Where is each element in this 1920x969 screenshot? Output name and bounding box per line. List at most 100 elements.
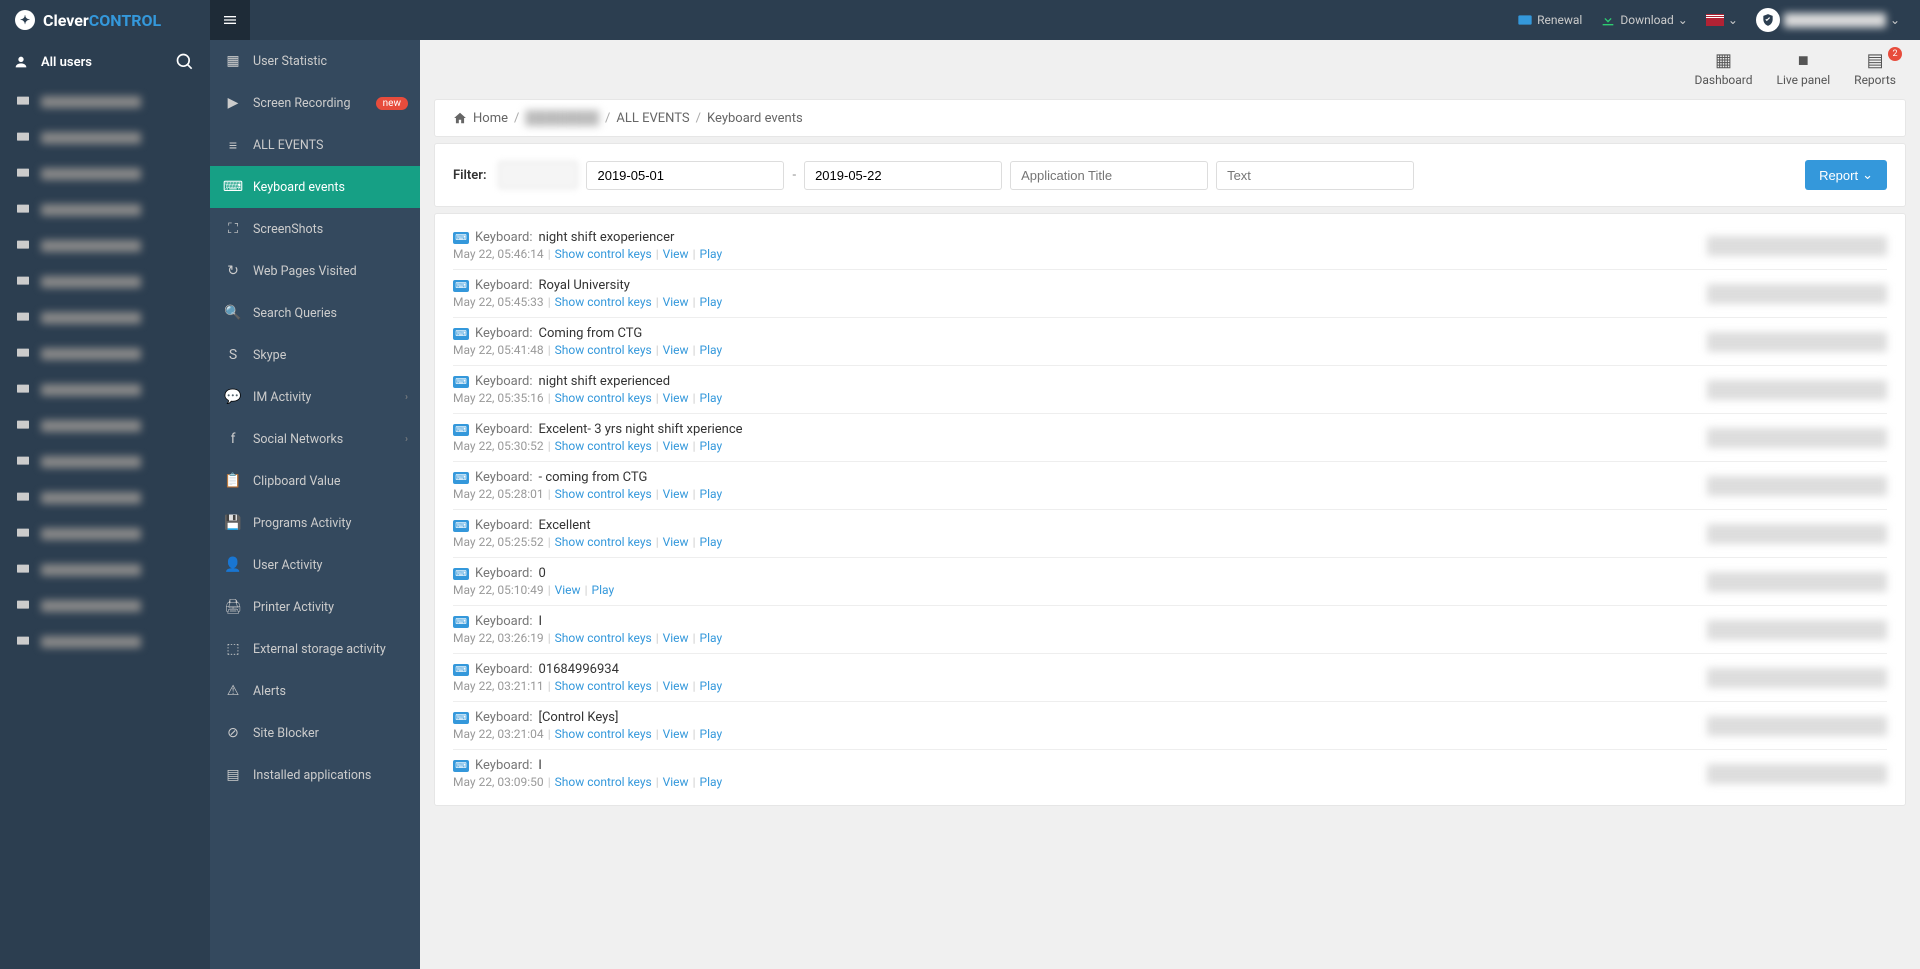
- sidebar-user-item[interactable]: [0, 624, 210, 660]
- sidebar-user-item[interactable]: [0, 156, 210, 192]
- sidebar-item-external-storage-activity[interactable]: ⬚External storage activity: [210, 628, 420, 670]
- event-link-show-control-keys[interactable]: Show control keys: [555, 727, 652, 741]
- event-link-play[interactable]: Play: [700, 343, 723, 357]
- user-name-blurred: [41, 384, 141, 396]
- event-link-show-control-keys[interactable]: Show control keys: [555, 391, 652, 405]
- event-link-play[interactable]: Play: [700, 391, 723, 405]
- filter-user-select[interactable]: [498, 161, 578, 189]
- report-button[interactable]: Report ⌄: [1805, 160, 1887, 190]
- event-link-view[interactable]: View: [663, 727, 689, 741]
- sidebar-item-user-statistic[interactable]: ▦User Statistic: [210, 40, 420, 82]
- event-link-play[interactable]: Play: [700, 727, 723, 741]
- event-link-play[interactable]: Play: [700, 247, 723, 261]
- sidebar-item-keyboard-events[interactable]: ⌨Keyboard events: [210, 166, 420, 208]
- sidebar-item-screenshots[interactable]: ⛶ScreenShots: [210, 208, 420, 250]
- event-link-show-control-keys[interactable]: Show control keys: [555, 631, 652, 645]
- menu-toggle-button[interactable]: [210, 0, 250, 40]
- breadcrumb-hidden[interactable]: ████████: [525, 110, 599, 126]
- sidebar-item-alerts[interactable]: ⚠Alerts: [210, 670, 420, 712]
- monitor-icon: [15, 634, 31, 650]
- event-link-show-control-keys[interactable]: Show control keys: [555, 295, 652, 309]
- sidebar-item-programs-activity[interactable]: 💾Programs Activity: [210, 502, 420, 544]
- nav-livepanel[interactable]: ■ Live panel: [1777, 50, 1831, 87]
- sidebar-user-item[interactable]: [0, 516, 210, 552]
- event-link-view[interactable]: View: [663, 391, 689, 405]
- content-nav: ▦ Dashboard ■ Live panel ▤ Reports 2: [420, 40, 1920, 93]
- nav-reports[interactable]: ▤ Reports 2: [1854, 50, 1896, 87]
- sidebar-item-screen-recording[interactable]: ▶Screen Recordingnew: [210, 82, 420, 124]
- sidebar-item-all-events[interactable]: ≡ALL EVENTS: [210, 124, 420, 166]
- sidebar-item-site-blocker[interactable]: ⊘Site Blocker: [210, 712, 420, 754]
- event-text: night shift exoperiencer: [539, 230, 675, 245]
- language-dropdown[interactable]: ⌄: [1706, 13, 1738, 27]
- event-link-view[interactable]: View: [663, 775, 689, 789]
- event-link-view[interactable]: View: [663, 295, 689, 309]
- sidebar-item-user-activity[interactable]: 👤User Activity: [210, 544, 420, 586]
- event-link-show-control-keys[interactable]: Show control keys: [555, 439, 652, 453]
- event-link-view[interactable]: View: [663, 679, 689, 693]
- event-type-label: Keyboard:: [475, 374, 533, 389]
- sidebar-user-item[interactable]: [0, 120, 210, 156]
- sidebar-user-item[interactable]: [0, 84, 210, 120]
- sidebar-user-item[interactable]: [0, 480, 210, 516]
- sidebar-item-social-networks[interactable]: fSocial Networks›: [210, 418, 420, 460]
- event-link-play[interactable]: Play: [700, 679, 723, 693]
- monitor-icon: [15, 238, 31, 254]
- sidebar-user-item[interactable]: [0, 552, 210, 588]
- event-link-play[interactable]: Play: [700, 775, 723, 789]
- play-icon: ▶: [225, 95, 241, 111]
- sidebar-item-clipboard-value[interactable]: 📋Clipboard Value: [210, 460, 420, 502]
- event-link-play[interactable]: Play: [700, 535, 723, 549]
- search-icon[interactable]: [175, 52, 195, 72]
- sidebar-item-printer-activity[interactable]: 🖨Printer Activity: [210, 586, 420, 628]
- event-link-view[interactable]: View: [663, 343, 689, 357]
- renewal-link[interactable]: Renewal: [1517, 12, 1582, 28]
- filter-app-title[interactable]: [1010, 161, 1208, 190]
- sidebar-item-skype[interactable]: SSkype: [210, 334, 420, 376]
- event-link-show-control-keys[interactable]: Show control keys: [555, 487, 652, 501]
- filter-date-to[interactable]: [804, 161, 1002, 190]
- event-link-show-control-keys[interactable]: Show control keys: [555, 679, 652, 693]
- sidebar-user-item[interactable]: [0, 228, 210, 264]
- sidebar-user-item[interactable]: [0, 264, 210, 300]
- event-link-play[interactable]: Play: [592, 583, 615, 597]
- event-timestamp: May 22, 03:26:19: [453, 631, 544, 645]
- event-link-play[interactable]: Play: [700, 631, 723, 645]
- nav-dashboard[interactable]: ▦ Dashboard: [1694, 50, 1752, 87]
- monitor-icon: [15, 562, 31, 578]
- event-link-play[interactable]: Play: [700, 487, 723, 501]
- filter-text[interactable]: [1216, 161, 1414, 190]
- download-dropdown[interactable]: Download ⌄: [1600, 12, 1687, 28]
- breadcrumb-current: Keyboard events: [707, 111, 803, 126]
- event-link-play[interactable]: Play: [700, 439, 723, 453]
- sidebar-user-item[interactable]: [0, 300, 210, 336]
- event-link-view[interactable]: View: [663, 487, 689, 501]
- sidebar-user-item[interactable]: [0, 588, 210, 624]
- breadcrumb-home[interactable]: Home: [473, 111, 508, 126]
- sidebar-user-item[interactable]: [0, 336, 210, 372]
- user-name-blurred: [41, 132, 141, 144]
- breadcrumb-all-events[interactable]: ALL EVENTS: [616, 111, 689, 126]
- event-link-view[interactable]: View: [663, 439, 689, 453]
- sidebar-item-installed-applications[interactable]: ▤Installed applications: [210, 754, 420, 796]
- event-link-show-control-keys[interactable]: Show control keys: [555, 535, 652, 549]
- sidebar-user-item[interactable]: [0, 444, 210, 480]
- event-link-play[interactable]: Play: [700, 295, 723, 309]
- sidebar-item-im-activity[interactable]: 💬IM Activity›: [210, 376, 420, 418]
- user-menu[interactable]: ████████████ ⌄: [1756, 8, 1900, 32]
- sidebar-item-search-queries[interactable]: 🔍Search Queries: [210, 292, 420, 334]
- event-row: ⌨Keyboard: lMay 22, 03:09:50 | Show cont…: [453, 750, 1887, 797]
- sidebar-user-item[interactable]: [0, 192, 210, 228]
- sidebar-user-item[interactable]: [0, 372, 210, 408]
- sidebar-user-item[interactable]: [0, 408, 210, 444]
- event-link-view[interactable]: View: [663, 631, 689, 645]
- brand-logo[interactable]: ✦ CleverCONTROL: [0, 10, 210, 30]
- event-link-show-control-keys[interactable]: Show control keys: [555, 343, 652, 357]
- sidebar-item-web-pages-visited[interactable]: ↻Web Pages Visited: [210, 250, 420, 292]
- event-link-show-control-keys[interactable]: Show control keys: [555, 247, 652, 261]
- event-link-view[interactable]: View: [663, 247, 689, 261]
- event-link-view[interactable]: View: [555, 583, 581, 597]
- event-link-show-control-keys[interactable]: Show control keys: [555, 775, 652, 789]
- event-link-view[interactable]: View: [663, 535, 689, 549]
- filter-date-from[interactable]: [586, 161, 784, 190]
